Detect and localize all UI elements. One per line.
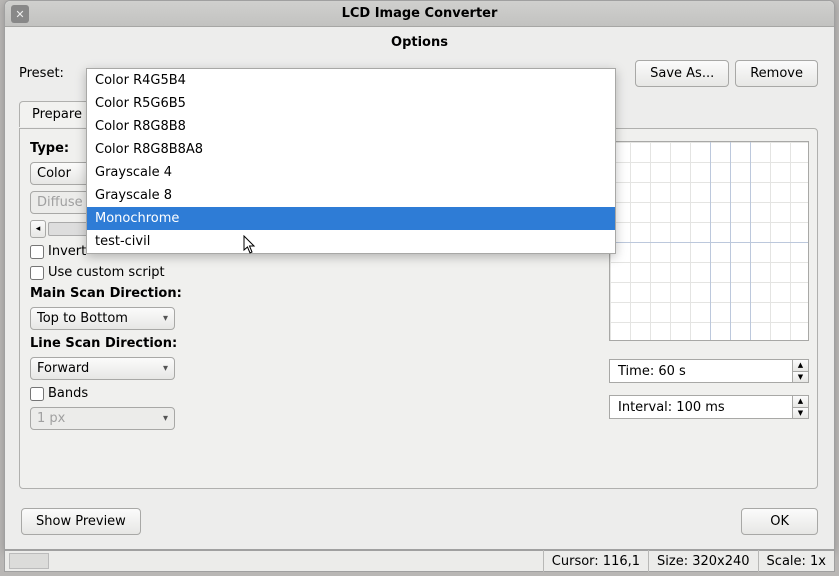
remove-button[interactable]: Remove xyxy=(735,60,818,87)
main-scan-label: Main Scan Direction: xyxy=(30,286,190,301)
preset-label: Preset: xyxy=(19,66,64,81)
save-as-button[interactable]: Save As... xyxy=(635,60,729,87)
options-heading: Options xyxy=(5,27,834,56)
tabs: Prepare xyxy=(19,101,95,127)
status-size: Size: 320x240 xyxy=(648,550,758,572)
interval-spinner[interactable]: Interval: 100 ms ▲▼ xyxy=(609,395,809,419)
slider-left-icon[interactable]: ◂ xyxy=(30,220,46,238)
custom-script-label: Use custom script xyxy=(48,265,165,280)
bands-label: Bands xyxy=(48,386,88,401)
tab-prepare[interactable]: Prepare xyxy=(19,101,95,127)
bands-checkbox[interactable]: Bands xyxy=(30,386,190,401)
preset-option[interactable]: Color R5G6B5 xyxy=(87,92,615,115)
bands-input[interactable] xyxy=(30,387,44,401)
main-scan-select[interactable]: Top to Bottom ▾ xyxy=(30,307,175,330)
spinner-icon: ▾ xyxy=(163,413,168,424)
preset-option[interactable]: Color R4G5B4 xyxy=(87,69,615,92)
custom-script-checkbox[interactable]: Use custom script xyxy=(30,265,190,280)
preset-option[interactable]: Grayscale 4 xyxy=(87,161,615,184)
statusbar: Cursor: 116,1 Size: 320x240 Scale: 1x xyxy=(4,550,835,572)
chevron-down-icon: ▾ xyxy=(163,363,168,374)
dither-value: Diffuse xyxy=(37,195,83,210)
time-spinner[interactable]: Time: 60 s ▲▼ xyxy=(609,359,809,383)
statusbar-grip[interactable] xyxy=(9,553,49,569)
type-value: Color xyxy=(37,166,71,181)
interval-value: Interval: 100 ms xyxy=(618,400,725,415)
invert-label: Invert xyxy=(48,244,86,259)
close-icon[interactable]: ✕ xyxy=(11,5,29,23)
spin-down-icon[interactable]: ▼ xyxy=(793,408,808,419)
bands-px-spinner[interactable]: 1 px ▾ xyxy=(30,407,175,430)
preset-option[interactable]: Color R8G8B8A8 xyxy=(87,138,615,161)
time-value: Time: 60 s xyxy=(618,364,686,379)
spin-down-icon[interactable]: ▼ xyxy=(793,372,808,383)
main-scan-value: Top to Bottom xyxy=(37,311,128,326)
preset-option[interactable]: Monochrome xyxy=(87,207,615,230)
line-scan-select[interactable]: Forward ▾ xyxy=(30,357,175,380)
line-scan-label: Line Scan Direction: xyxy=(30,336,190,351)
spin-up-icon[interactable]: ▲ xyxy=(793,360,808,372)
spin-up-icon[interactable]: ▲ xyxy=(793,396,808,408)
invert-input[interactable] xyxy=(30,245,44,259)
titlebar[interactable]: ✕ LCD Image Converter xyxy=(5,1,834,27)
window-title: LCD Image Converter xyxy=(342,6,498,21)
preset-option[interactable]: test-civil xyxy=(87,230,615,253)
preset-dropdown[interactable]: Color R4G5B4Color R5G6B5Color R8G8B8Colo… xyxy=(86,68,616,254)
bands-px-value: 1 px xyxy=(37,411,65,426)
status-cursor: Cursor: 116,1 xyxy=(543,550,648,572)
show-preview-button[interactable]: Show Preview xyxy=(21,508,141,535)
preset-option[interactable]: Color R8G8B8 xyxy=(87,115,615,138)
ok-button[interactable]: OK xyxy=(741,508,818,535)
status-scale: Scale: 1x xyxy=(758,550,834,572)
preset-option[interactable]: Grayscale 8 xyxy=(87,184,615,207)
chevron-down-icon: ▾ xyxy=(163,313,168,324)
grid-preview xyxy=(609,141,809,341)
line-scan-value: Forward xyxy=(37,361,89,376)
custom-script-input[interactable] xyxy=(30,266,44,280)
bottom-row: Show Preview OK xyxy=(21,508,818,535)
